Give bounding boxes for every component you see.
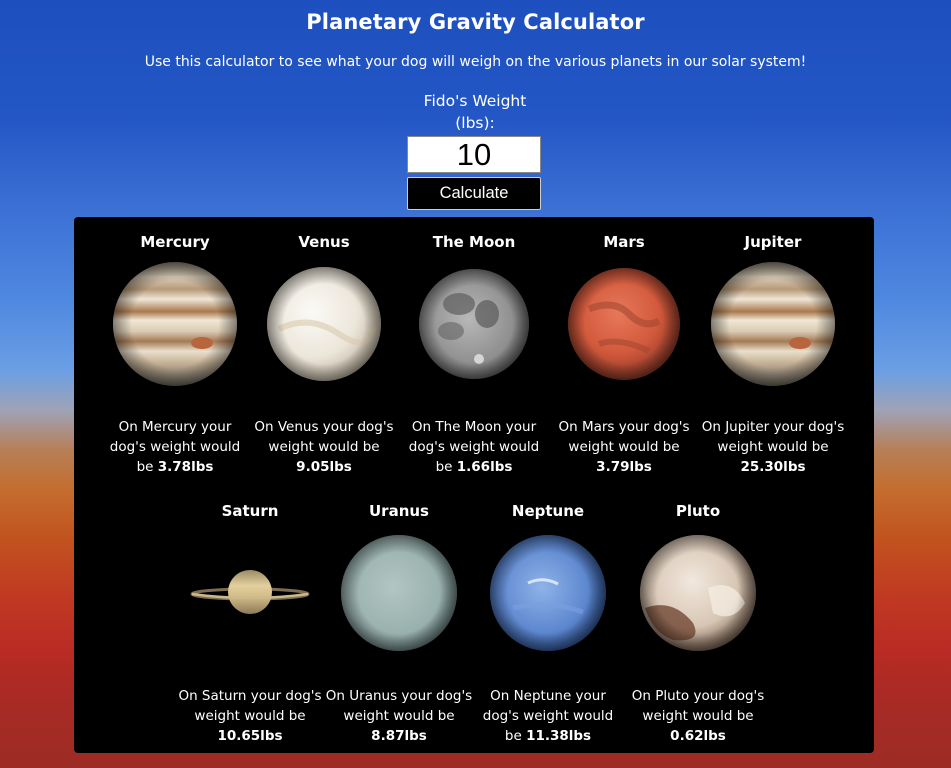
result-weight: 9.05lbs [296,459,352,475]
planet-card-jupiter: Jupiter On Jupiter your dog's weight wou… [698,231,848,475]
planet-result: On Mars your dog's weight would be 3.79l… [549,417,699,477]
planet-name: Pluto [675,502,721,520]
planet-name: Neptune [511,502,585,520]
result-weight: 3.79lbs [596,459,652,475]
pluto-image [633,528,763,658]
weight-label-line2: (lbs): [455,114,495,132]
planet-result: On Uranus your dog's weight would be 8.8… [324,686,474,746]
result-text: On Uranus your dog's weight would be [325,688,473,724]
planet-result: On Venus your dog's weight would be 9.05… [249,417,399,477]
result-weight: 25.30lbs [740,459,806,475]
planet-result: On The Moon your dog's weight would be 1… [399,417,549,477]
result-weight: 8.87lbs [371,728,427,744]
planet-result: On Mercury your dog's weight would be 3.… [100,417,250,477]
page-title: Planetary Gravity Calculator [306,10,645,34]
planet-card-mercury: Mercury On Mercury your dog's weight wou… [100,231,250,475]
planet-card-uranus: Uranus On Uranus your dog's weight would… [324,500,474,744]
weight-label-line1: Fido's Weight [423,92,527,110]
planet-name: The Moon [432,233,516,251]
result-weight: 1.66lbs [456,459,513,475]
planet-name: Jupiter [744,233,802,251]
result-text: On Venus your dog's weight would be [254,419,394,455]
planet-card-moon: The Moon On The Moon your dog's weight w… [399,231,549,475]
planet-card-neptune: Neptune On Neptune your dog's weight wou… [473,500,623,744]
result-text: On Mars your dog's weight would be [558,419,690,455]
uranus-image [334,528,464,658]
weight-input[interactable] [407,136,541,173]
planet-result: On Neptune your dog's weight would be 11… [473,686,623,746]
planet-name: Saturn [221,502,279,520]
mars-image [559,259,689,389]
result-text: On Pluto your dog's weight would be [631,688,765,724]
calculate-button[interactable]: Calculate [407,177,541,210]
result-text: On Saturn your dog's weight would be [178,688,322,724]
result-weight: 0.62lbs [670,728,726,744]
neptune-image [483,528,613,658]
jupiter-image [110,259,240,389]
result-weight: 3.78lbs [157,459,214,475]
planet-card-pluto: Pluto On Pluto your dog's weight would b… [623,500,773,744]
planet-card-saturn: Saturn On Saturn your dog's weight would… [175,500,325,744]
planet-card-venus: Venus On Venus your dog's weight would b… [249,231,399,475]
page-subtitle: Use this calculator to see what your dog… [144,54,807,70]
result-text: On Jupiter your dog's weight would be [701,419,845,455]
planet-result: On Jupiter your dog's weight would be 25… [698,417,848,477]
planet-result: On Pluto your dog's weight would be 0.62… [623,686,773,746]
moon-image [409,259,539,389]
results-panel: Mercury On Mercury your dog's weight wou… [74,217,874,753]
planet-result: On Saturn your dog's weight would be 10.… [175,686,325,746]
venus-image [259,259,389,389]
result-weight: 11.38lbs [526,728,592,744]
planet-name: Uranus [369,502,429,520]
jupiter-image [708,259,838,389]
weight-label: Fido's Weight (lbs): [375,90,575,134]
planet-name: Mercury [140,233,210,251]
planet-name: Venus [298,233,350,251]
saturn-image [185,528,315,658]
result-weight: 10.65lbs [217,728,283,744]
planet-card-mars: Mars On Mars your dog's weight would be … [549,231,699,475]
planet-name: Mars [603,233,645,251]
